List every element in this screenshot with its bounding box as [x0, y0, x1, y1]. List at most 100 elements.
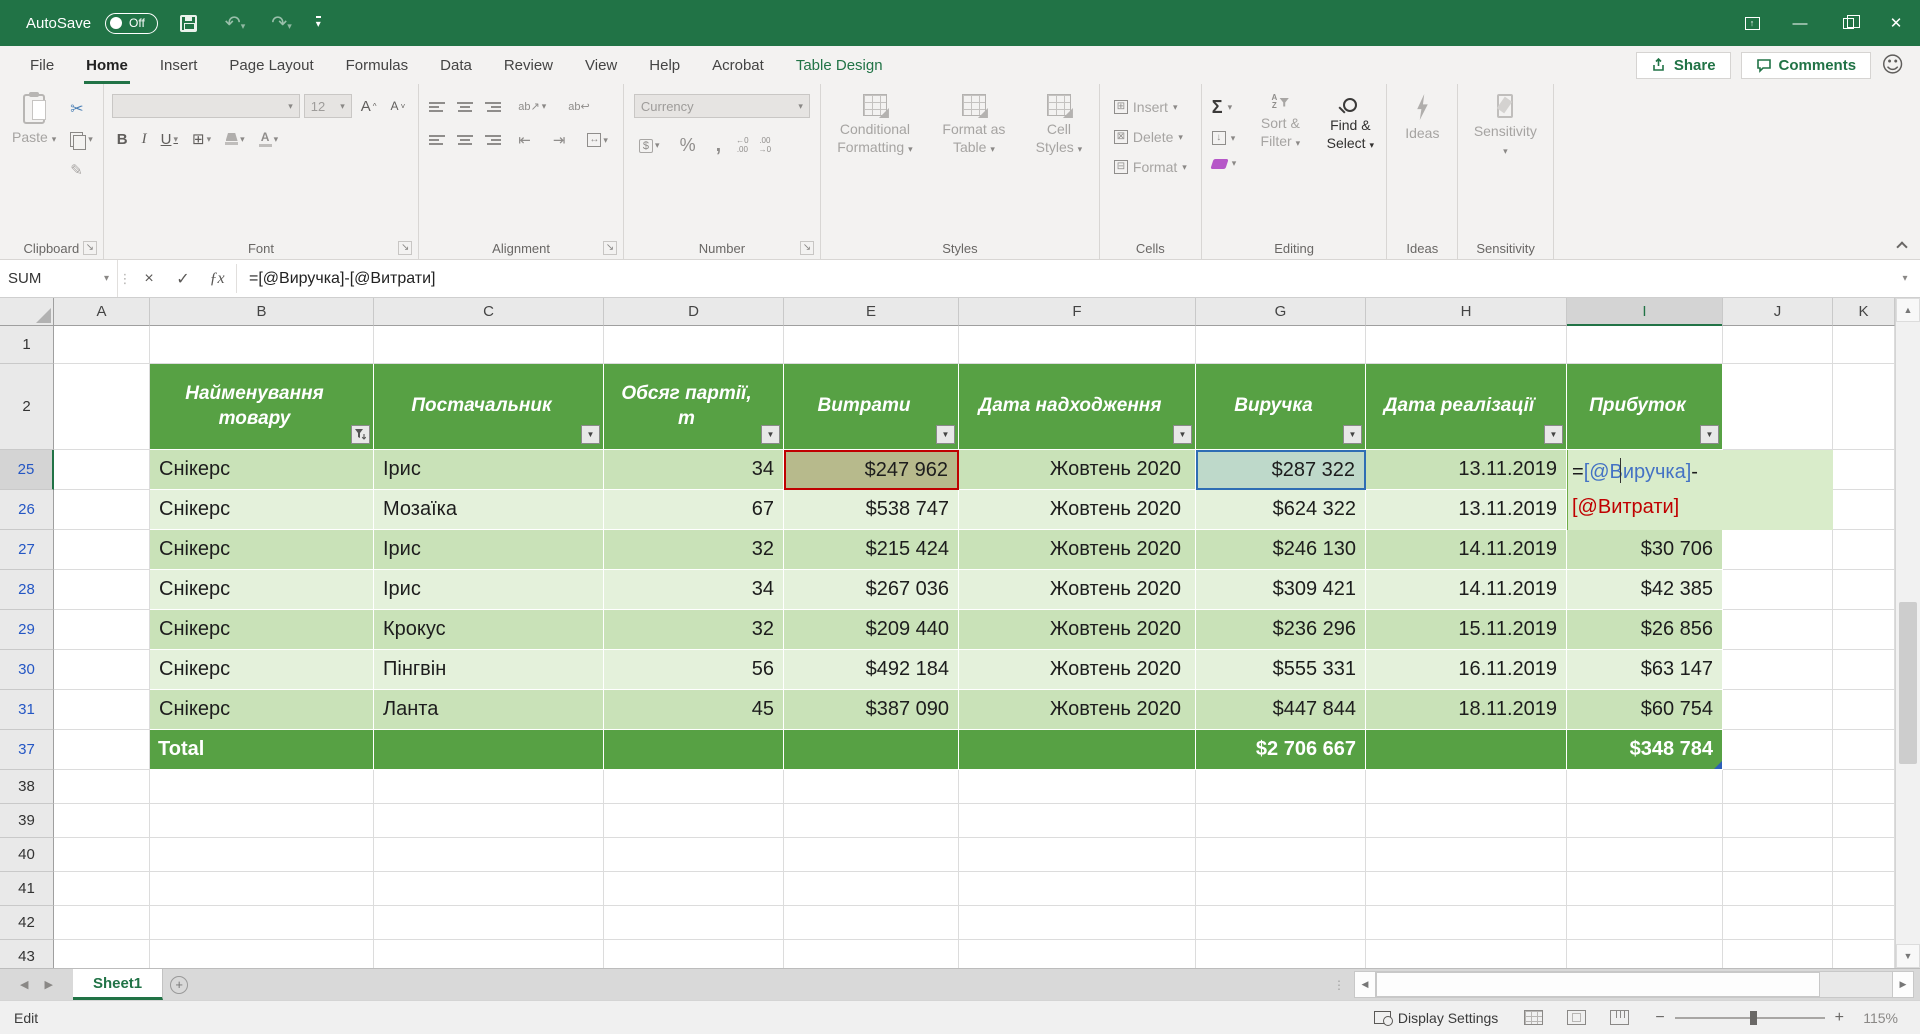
empty-cell[interactable]	[1723, 690, 1833, 730]
cell-volume[interactable]: 45	[604, 690, 784, 730]
cell-volume[interactable]: 67	[604, 490, 784, 530]
empty-cell[interactable]	[1366, 804, 1567, 838]
cell-sale-date[interactable]: 13.11.2019	[1366, 490, 1567, 530]
cell-product[interactable]: Снікерс	[150, 650, 374, 690]
format-painter-button[interactable]: ✎	[64, 158, 99, 182]
total-profit-cell[interactable]: $348 784	[1567, 730, 1723, 770]
decrease-font-button[interactable]: A˅	[386, 97, 411, 115]
empty-cell[interactable]	[1196, 872, 1366, 906]
merge-center-button[interactable]: ↔ ▾	[582, 131, 613, 149]
tab-formulas[interactable]: Formulas	[330, 46, 425, 84]
empty-cell[interactable]	[1567, 872, 1723, 906]
cell-arrival-date[interactable]: Жовтень 2020	[959, 570, 1196, 610]
empty-cell[interactable]	[1196, 838, 1366, 872]
empty-cell[interactable]	[1366, 940, 1567, 968]
zoom-level[interactable]: 115%	[1854, 1010, 1898, 1026]
increase-indent-button[interactable]: ⇥	[548, 129, 571, 151]
cell-costs[interactable]: $492 184	[784, 650, 959, 690]
empty-cell[interactable]	[1567, 838, 1723, 872]
empty-cell[interactable]	[54, 650, 150, 690]
empty-cell[interactable]	[374, 940, 604, 968]
ideas-button[interactable]: Ideas	[1391, 88, 1453, 149]
cell-volume[interactable]: 32	[604, 610, 784, 650]
empty-cell[interactable]	[54, 450, 150, 490]
increase-font-button[interactable]: A^	[356, 96, 382, 117]
filter-icon[interactable]: ▼	[1173, 425, 1192, 444]
cell-revenue[interactable]: $624 322	[1196, 490, 1366, 530]
total-empty-cell[interactable]	[1366, 730, 1567, 770]
cell-costs[interactable]: $387 090	[784, 690, 959, 730]
empty-cell[interactable]	[1833, 804, 1895, 838]
tab-data[interactable]: Data	[424, 46, 488, 84]
empty-cell[interactable]	[1196, 940, 1366, 968]
empty-cell[interactable]	[1833, 690, 1895, 730]
empty-cell[interactable]	[784, 940, 959, 968]
percent-style-button[interactable]: %	[675, 133, 701, 158]
redo-button[interactable]: ↷▾	[265, 12, 297, 35]
column-header-F[interactable]: F	[959, 298, 1196, 326]
filter-icon[interactable]: ▼	[936, 425, 955, 444]
empty-cell[interactable]	[1567, 940, 1723, 968]
empty-cell[interactable]	[1833, 838, 1895, 872]
total-label-cell[interactable]: Total	[150, 730, 374, 770]
cell-sale-date[interactable]: 14.11.2019	[1366, 570, 1567, 610]
collapse-ribbon-button[interactable]	[1896, 241, 1907, 252]
scroll-right-button[interactable]: ▶	[1892, 971, 1914, 998]
fill-color-button[interactable]: ▾	[220, 131, 250, 147]
ribbon-display-options-button[interactable]	[1728, 0, 1776, 46]
bold-button[interactable]: B	[112, 129, 133, 150]
empty-cell[interactable]	[150, 770, 374, 804]
empty-cell[interactable]	[1723, 650, 1833, 690]
header-profit[interactable]: Прибуток ▼	[1567, 364, 1723, 450]
find-select-button[interactable]: Find & Select ▾	[1318, 88, 1382, 158]
tab-help[interactable]: Help	[633, 46, 696, 84]
empty-cell[interactable]	[54, 838, 150, 872]
empty-cell[interactable]	[784, 906, 959, 940]
close-button[interactable]: ✕	[1872, 0, 1920, 46]
filter-icon[interactable]: ▼	[761, 425, 780, 444]
header-revenue[interactable]: Виручка ▼	[1196, 364, 1366, 450]
display-settings-button[interactable]: Display Settings	[1374, 1010, 1498, 1026]
empty-cell[interactable]	[1196, 906, 1366, 940]
empty-cell[interactable]	[1723, 838, 1833, 872]
tab-page-layout[interactable]: Page Layout	[213, 46, 329, 84]
cell-arrival-date[interactable]: Жовтень 2020	[959, 450, 1196, 490]
insert-function-button[interactable]: ƒx	[200, 260, 234, 297]
empty-cell[interactable]	[1833, 872, 1895, 906]
empty-cell[interactable]	[374, 906, 604, 940]
prev-sheet-button[interactable]: ◀	[20, 978, 28, 991]
cell-profit[interactable]: $26 856	[1567, 610, 1723, 650]
row-header-40[interactable]: 40	[0, 838, 54, 872]
scroll-left-button[interactable]: ◀	[1354, 971, 1376, 998]
empty-cell[interactable]	[54, 730, 150, 770]
empty-cell[interactable]	[1723, 770, 1833, 804]
empty-cell[interactable]	[604, 326, 784, 364]
font-color-button[interactable]: A ▾	[254, 129, 284, 149]
column-header-C[interactable]: C	[374, 298, 604, 326]
empty-cell[interactable]	[1833, 450, 1895, 490]
align-top-button[interactable]	[429, 102, 445, 112]
empty-cell[interactable]	[374, 804, 604, 838]
empty-cell[interactable]	[1196, 804, 1366, 838]
empty-cell[interactable]	[150, 838, 374, 872]
empty-cell[interactable]	[604, 940, 784, 968]
empty-cell[interactable]	[959, 770, 1196, 804]
delete-cells-button[interactable]: ⊠Delete ▾	[1108, 126, 1189, 148]
empty-cell[interactable]	[1366, 770, 1567, 804]
empty-cell[interactable]	[1833, 364, 1895, 450]
cell-profit[interactable]: $60 754	[1567, 690, 1723, 730]
empty-cell[interactable]	[1723, 530, 1833, 570]
new-sheet-button[interactable]: +	[163, 969, 195, 1000]
cut-button[interactable]: ✂	[64, 96, 99, 121]
share-button[interactable]: Share	[1636, 52, 1731, 79]
sensitivity-button[interactable]: Sensitivity▾	[1462, 88, 1548, 164]
empty-cell[interactable]	[604, 872, 784, 906]
empty-cell[interactable]	[959, 838, 1196, 872]
row-header-26[interactable]: 26	[0, 490, 54, 530]
empty-cell[interactable]	[1366, 872, 1567, 906]
empty-cell[interactable]	[1833, 940, 1895, 968]
empty-cell[interactable]	[1723, 364, 1833, 450]
font-dialog-launcher[interactable]: ↘	[398, 241, 412, 255]
zoom-out-button[interactable]: −	[1655, 1009, 1664, 1027]
tab-file[interactable]: File	[14, 46, 70, 84]
